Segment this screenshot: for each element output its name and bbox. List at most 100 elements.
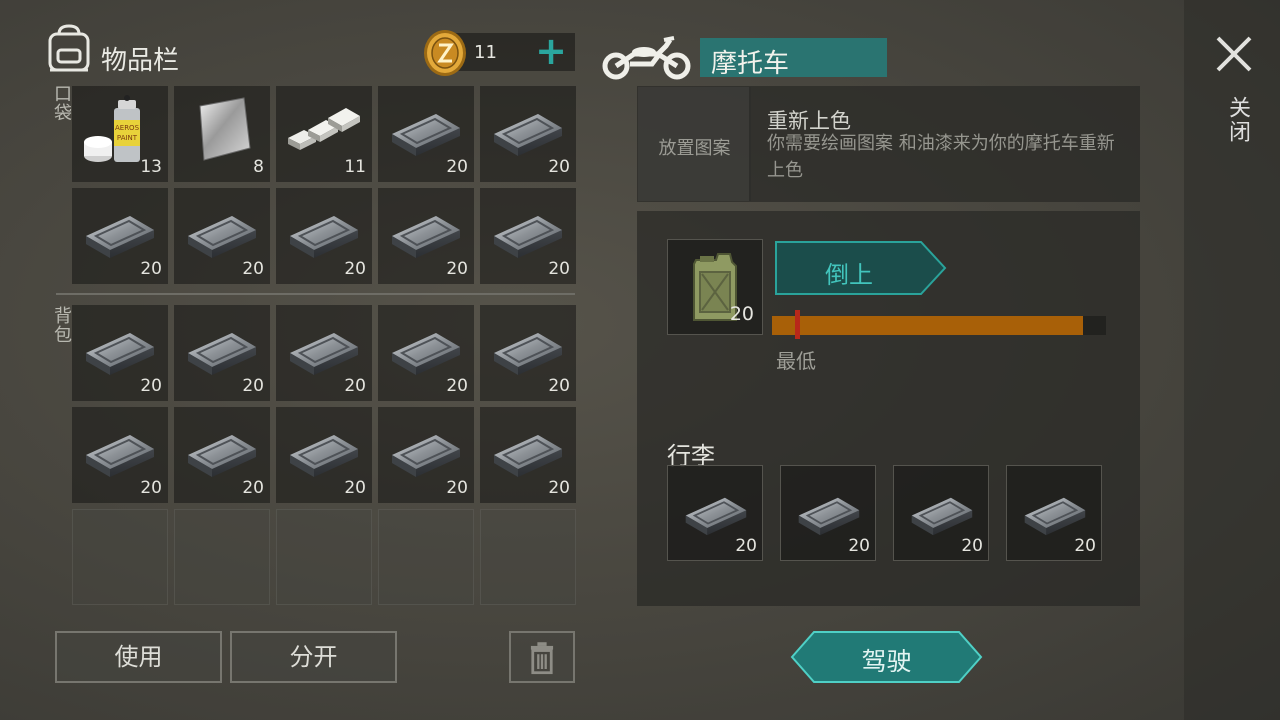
item-slot[interactable]: 20 — [378, 188, 474, 284]
fuel-min-label: 最低 — [776, 349, 816, 373]
item-qty: 20 — [848, 536, 870, 556]
fuel-bar-fill — [772, 316, 1083, 335]
coin-icon — [424, 30, 466, 76]
item-qty: 20 — [446, 157, 468, 177]
section-divider — [56, 293, 575, 295]
iron-bar-icon — [902, 480, 982, 544]
item-qty: 20 — [1074, 536, 1096, 556]
empty-slot[interactable] — [276, 509, 372, 605]
item-slot[interactable]: 11 — [276, 86, 372, 182]
item-qty: 20 — [548, 376, 570, 396]
item-slot[interactable]: 20 — [276, 305, 372, 401]
iron-bar-icon — [488, 94, 568, 166]
iron-bar-icon — [488, 313, 568, 385]
item-slot[interactable]: 20 — [174, 407, 270, 503]
item-qty: 20 — [140, 478, 162, 498]
item-slot[interactable]: 20 — [893, 465, 989, 561]
fuel-slot[interactable]: 20 — [667, 239, 763, 335]
item-qty: 20 — [446, 478, 468, 498]
item-qty: 20 — [242, 478, 264, 498]
iron-bar-icon — [80, 313, 160, 385]
paint-description: 你需要绘画图案 和油漆来为你的摩托车重新上色 — [767, 133, 1115, 181]
aluminum-ingots-icon — [284, 94, 364, 166]
iron-bar-icon — [386, 94, 466, 166]
iron-bar-icon — [676, 480, 756, 544]
item-qty: 20 — [140, 259, 162, 279]
drive-button-label: 驾驶 — [861, 647, 912, 676]
fuel-qty: 20 — [729, 303, 754, 325]
empty-slot[interactable] — [480, 509, 576, 605]
iron-bar-icon — [488, 196, 568, 268]
iron-bar-icon — [386, 196, 466, 268]
iron-bar-icon — [386, 415, 466, 487]
item-qty: 8 — [253, 157, 264, 177]
fuel-min-marker — [795, 310, 800, 339]
close-button[interactable]: 关闭 — [1221, 96, 1253, 144]
item-qty: 20 — [344, 376, 366, 396]
backpack-icon — [48, 24, 90, 72]
metal-sheet-icon — [182, 94, 262, 166]
trash-icon — [530, 642, 554, 675]
iron-bar-icon — [80, 196, 160, 268]
item-slot[interactable]: 20 — [780, 465, 876, 561]
iron-bar-icon — [80, 415, 160, 487]
backpack-label: 背包 — [51, 306, 72, 344]
iron-bar-icon — [284, 415, 364, 487]
iron-bar-icon — [284, 313, 364, 385]
iron-bar-icon — [488, 415, 568, 487]
use-button[interactable]: 使用 — [55, 631, 222, 683]
item-slot[interactable]: 20 — [72, 188, 168, 284]
item-slot[interactable]: 20 — [667, 465, 763, 561]
item-slot[interactable]: 20 — [174, 188, 270, 284]
empty-slot[interactable] — [378, 509, 474, 605]
item-slot[interactable]: 20 — [174, 305, 270, 401]
item-qty: 20 — [548, 157, 570, 177]
item-slot[interactable]: 20 — [276, 407, 372, 503]
item-qty: 20 — [961, 536, 983, 556]
item-slot[interactable]: 20 — [378, 407, 474, 503]
item-slot[interactable]: 8 — [174, 86, 270, 182]
split-button[interactable]: 分开 — [230, 631, 397, 683]
empty-slot[interactable] — [174, 509, 270, 605]
item-qty: 20 — [344, 259, 366, 279]
coin-count: 11 — [474, 42, 497, 63]
item-slot[interactable]: 20 — [72, 407, 168, 503]
item-qty: 20 — [446, 376, 468, 396]
item-slot[interactable]: 20 — [480, 86, 576, 182]
item-qty: 20 — [735, 536, 757, 556]
item-qty: 20 — [344, 478, 366, 498]
motorcycle-icon — [602, 36, 691, 80]
empty-slot[interactable] — [72, 509, 168, 605]
item-slot[interactable]: 20 — [72, 305, 168, 401]
item-slot[interactable]: 20 — [480, 188, 576, 284]
item-slot[interactable]: 20 — [276, 188, 372, 284]
close-icon[interactable] — [1212, 32, 1256, 76]
iron-bar-icon — [789, 480, 869, 544]
iron-bar-icon — [1015, 480, 1095, 544]
pour-button-label: 倒上 — [825, 261, 873, 289]
spray-paint-icon — [80, 94, 160, 166]
item-slot[interactable]: 20 — [1006, 465, 1102, 561]
paint-slot-label: 放置图案 — [658, 138, 731, 159]
item-qty: 20 — [548, 259, 570, 279]
add-coins-button[interactable]: + — [534, 32, 568, 70]
item-qty: 11 — [344, 157, 366, 177]
iron-bar-icon — [284, 196, 364, 268]
iron-bar-icon — [182, 415, 262, 487]
item-qty: 13 — [140, 157, 162, 177]
item-qty: 20 — [242, 259, 264, 279]
pocket-label: 口袋 — [51, 84, 72, 122]
trash-button[interactable] — [509, 631, 575, 683]
iron-bar-icon — [386, 313, 466, 385]
item-slot[interactable]: 20 — [378, 305, 474, 401]
item-qty: 20 — [446, 259, 468, 279]
iron-bar-icon — [182, 313, 262, 385]
item-slot[interactable]: 13 — [72, 86, 168, 182]
iron-bar-icon — [182, 196, 262, 268]
item-slot[interactable]: 20 — [480, 305, 576, 401]
item-qty: 20 — [140, 376, 162, 396]
item-slot[interactable]: 20 — [480, 407, 576, 503]
vehicle-title: 摩托车 — [711, 49, 790, 79]
item-slot[interactable]: 20 — [378, 86, 474, 182]
inventory-title: 物品栏 — [101, 46, 180, 76]
